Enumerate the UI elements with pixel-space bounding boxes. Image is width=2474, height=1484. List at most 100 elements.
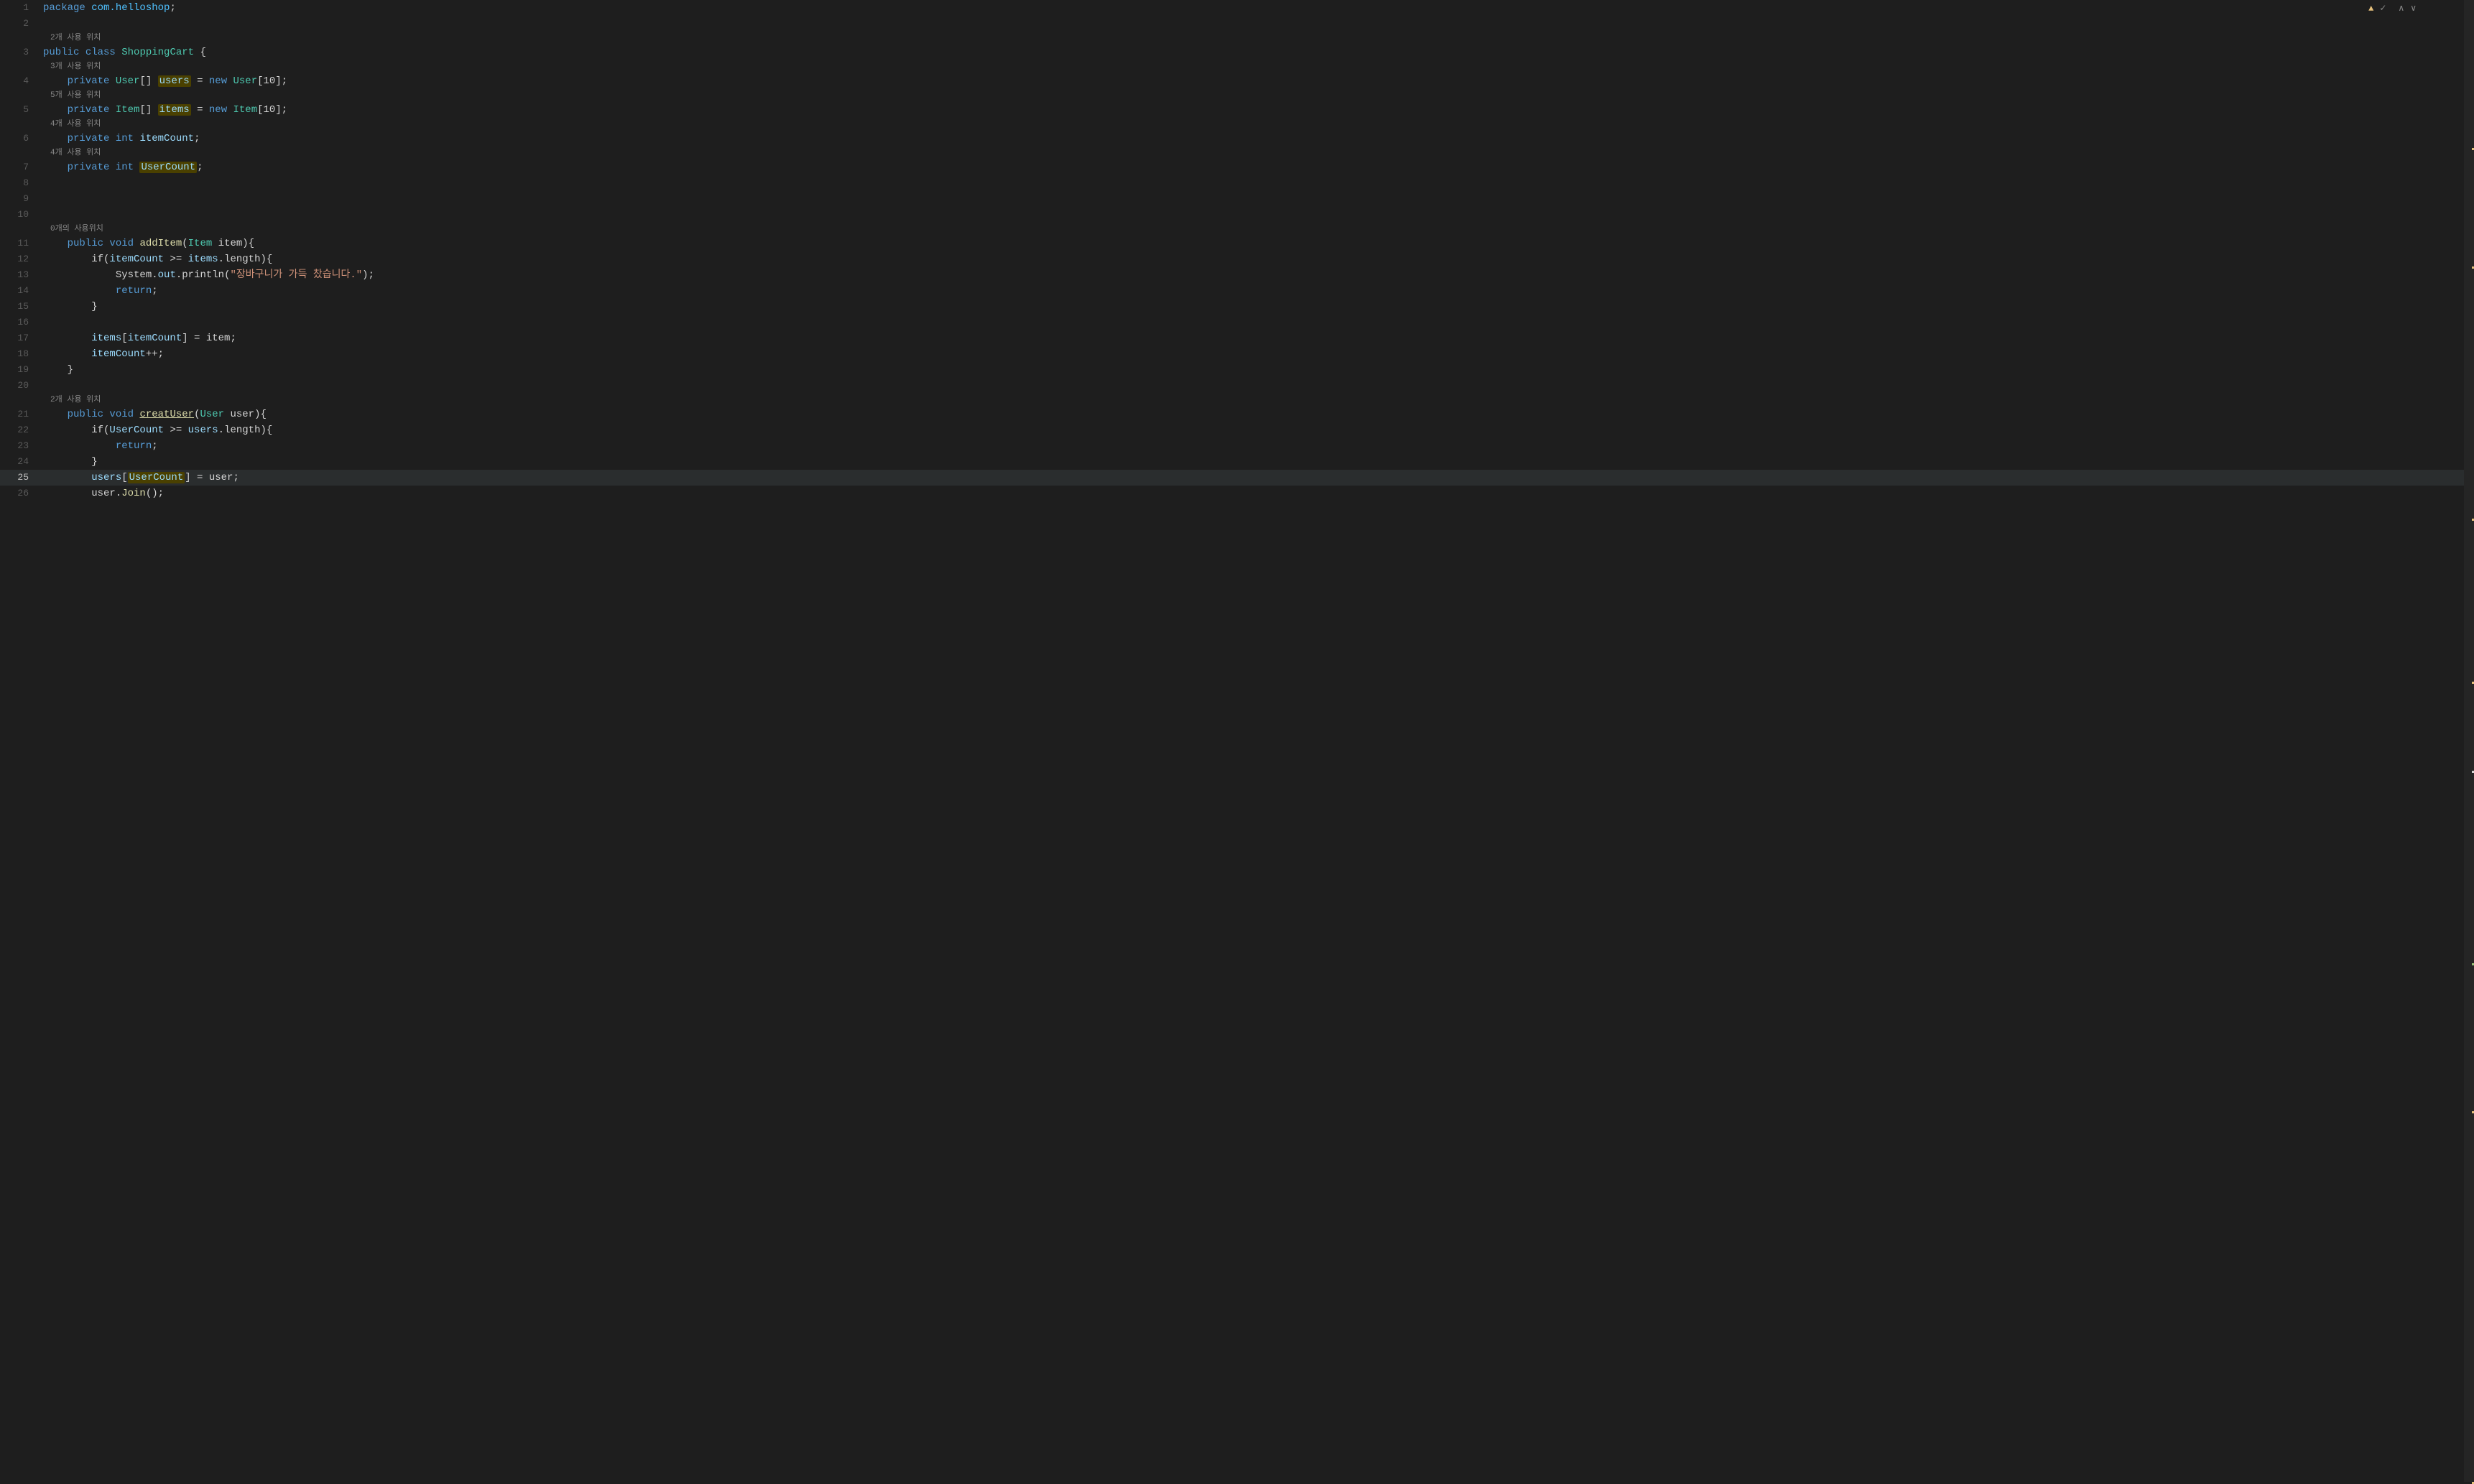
line-content: }	[43, 299, 2474, 315]
warning-icon: ▲	[2368, 4, 2373, 14]
code-line[interactable]: 14 return;	[0, 283, 2474, 299]
hint-text: 5개 사용 위치	[43, 89, 101, 102]
line-number: 24	[0, 454, 43, 470]
line-number: 19	[0, 362, 43, 378]
code-line[interactable]: 15 }	[0, 299, 2474, 315]
hint-text: 2개 사용 위치	[43, 394, 101, 407]
code-line[interactable]: 19 }	[0, 362, 2474, 378]
line-number: 21	[0, 407, 43, 422]
line-content: public void addItem(Item item){	[43, 236, 2474, 251]
line-content: itemCount++;	[43, 346, 2474, 362]
line-content	[43, 191, 2474, 207]
line-number: 3	[0, 45, 43, 60]
line-content: package com.helloshop;	[43, 0, 2474, 16]
hint-text: 4개 사용 위치	[43, 118, 101, 131]
hint-line: 0개의 사용위치	[0, 223, 2474, 236]
code-line[interactable]: 5 private Item[] items = new Item[10];	[0, 102, 2474, 118]
line-content: private int UserCount;	[43, 159, 2474, 175]
code-line[interactable]: 7 private int UserCount;	[0, 159, 2474, 175]
chevron-down-icon[interactable]: ∨	[2410, 3, 2417, 14]
line-number: 1	[0, 0, 43, 16]
line-number: 6	[0, 131, 43, 147]
line-number: 23	[0, 438, 43, 454]
line-number: 11	[0, 236, 43, 251]
line-content: return;	[43, 438, 2474, 454]
hint-line: 3개 사용 위치	[0, 60, 2474, 73]
code-line[interactable]: 20	[0, 378, 2474, 394]
line-content: private int itemCount;	[43, 131, 2474, 147]
scrollbar[interactable]	[2464, 0, 2474, 1482]
line-content: public void creatUser(User user){	[43, 407, 2474, 422]
code-line[interactable]: 22 if(UserCount >= users.length){	[0, 422, 2474, 438]
line-number: 12	[0, 251, 43, 267]
code-line[interactable]: 17 items[itemCount] = item;	[0, 330, 2474, 346]
code-line[interactable]: 9	[0, 191, 2474, 207]
hint-text: 4개 사용 위치	[43, 147, 101, 159]
code-line[interactable]: 21 public void creatUser(User user){	[0, 407, 2474, 422]
code-line[interactable]: 23 return;	[0, 438, 2474, 454]
line-number: 20	[0, 378, 43, 394]
code-line[interactable]: 24 }	[0, 454, 2474, 470]
hint-line: 5개 사용 위치	[0, 89, 2474, 102]
line-content: users[UserCount] = user;	[43, 470, 2474, 486]
line-number: 4	[0, 73, 43, 89]
line-content	[43, 207, 2474, 223]
line-content: private User[] users = new User[10];	[43, 73, 2474, 89]
line-content	[43, 16, 2474, 32]
code-line[interactable]: 4 private User[] users = new User[10];	[0, 73, 2474, 89]
line-content: if(UserCount >= users.length){	[43, 422, 2474, 438]
code-line[interactable]: 2	[0, 16, 2474, 32]
line-content	[43, 378, 2474, 394]
code-line[interactable]: 3 public class ShoppingCart {	[0, 45, 2474, 60]
hint-text: 2개 사용 위치	[43, 32, 101, 45]
hint-line: 2개 사용 위치	[0, 394, 2474, 407]
code-line[interactable]: 6 private int itemCount;	[0, 131, 2474, 147]
code-line[interactable]: 18 itemCount++;	[0, 346, 2474, 362]
hint-text: 3개 사용 위치	[43, 60, 101, 73]
line-number: 9	[0, 191, 43, 207]
line-number: 10	[0, 207, 43, 223]
line-number: 7	[0, 159, 43, 175]
line-number: 22	[0, 422, 43, 438]
line-content: System.out.println("장바구니가 가득 찼습니다.");	[43, 267, 2474, 283]
line-number: 16	[0, 315, 43, 330]
line-number: 17	[0, 330, 43, 346]
hint-line: 2개 사용 위치	[0, 32, 2474, 45]
code-line[interactable]: 16	[0, 315, 2474, 330]
line-number: 15	[0, 299, 43, 315]
line-number: 8	[0, 175, 43, 191]
top-indicators: ▲ ✓ ∧ ∨	[2368, 3, 2417, 14]
line-number: 13	[0, 267, 43, 283]
line-number: 2	[0, 16, 43, 32]
line-content: items[itemCount] = item;	[43, 330, 2474, 346]
hint-line: 4개 사용 위치	[0, 118, 2474, 131]
line-number: 26	[0, 486, 43, 501]
line-content: return;	[43, 283, 2474, 299]
code-line[interactable]: 26 user.Join();	[0, 486, 2474, 501]
line-content: if(itemCount >= items.length){	[43, 251, 2474, 267]
line-number: 14	[0, 283, 43, 299]
code-line[interactable]: 12 if(itemCount >= items.length){	[0, 251, 2474, 267]
indicator-separator: ✓	[2379, 3, 2386, 14]
line-content: public class ShoppingCart {	[43, 45, 2474, 60]
line-content	[43, 315, 2474, 330]
chevron-up-icon[interactable]: ∧	[2398, 3, 2404, 14]
code-line[interactable]: 25 users[UserCount] = user;	[0, 470, 2474, 486]
hint-line: 4개 사용 위치	[0, 147, 2474, 159]
line-content: }	[43, 454, 2474, 470]
line-content: user.Join();	[43, 486, 2474, 501]
code-line[interactable]: 11 public void addItem(Item item){	[0, 236, 2474, 251]
code-editor[interactable]: 1 package com.helloshop; 2 2개 사용 위치 3 pu…	[0, 0, 2474, 1482]
line-number: 25	[0, 470, 43, 486]
code-line[interactable]: 8	[0, 175, 2474, 191]
warning-indicator: ▲	[2368, 4, 2373, 14]
code-line[interactable]: 10	[0, 207, 2474, 223]
code-line[interactable]: 13 System.out.println("장바구니가 가득 찼습니다.");	[0, 267, 2474, 283]
editor-container: ▲ ✓ ∧ ∨ 1 package com.helloshop; 2 2개 사용…	[0, 0, 2474, 1482]
hint-text: 0개의 사용위치	[43, 223, 103, 236]
code-line[interactable]: 1 package com.helloshop;	[0, 0, 2474, 16]
line-number: 5	[0, 102, 43, 118]
line-number: 18	[0, 346, 43, 362]
line-content: }	[43, 362, 2474, 378]
line-content	[43, 175, 2474, 191]
